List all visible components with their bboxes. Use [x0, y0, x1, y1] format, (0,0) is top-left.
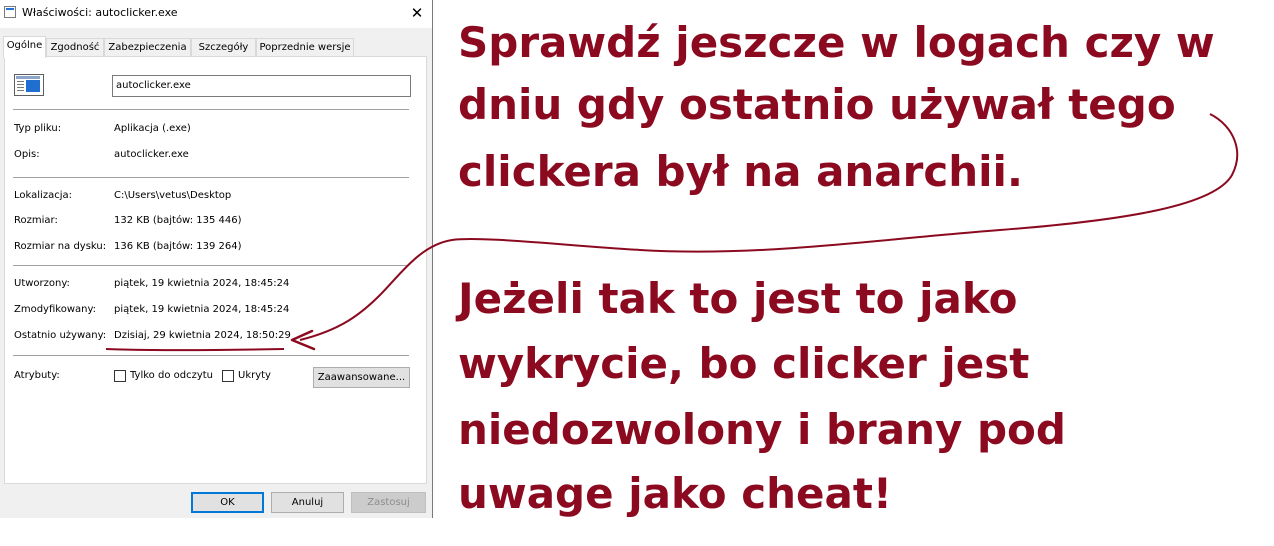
annotation-line: Jeżeli tak to jest to jako	[458, 274, 1018, 323]
annotation-line: dniu gdy ostatnio używał tego	[458, 80, 1176, 129]
annotation-line: wykrycie, bo clicker jest	[458, 339, 1030, 388]
annotation-line: Sprawdź jeszcze w logach czy w	[458, 18, 1215, 67]
underline-stroke	[105, 348, 285, 352]
tab-general[interactable]: Ogólne	[3, 36, 46, 58]
annotation-line: clickera był na anarchii.	[458, 147, 1023, 196]
annotation-line: uwage jako cheat!	[458, 469, 893, 518]
annotation-line: niedozwolony i brany pod	[458, 405, 1066, 454]
